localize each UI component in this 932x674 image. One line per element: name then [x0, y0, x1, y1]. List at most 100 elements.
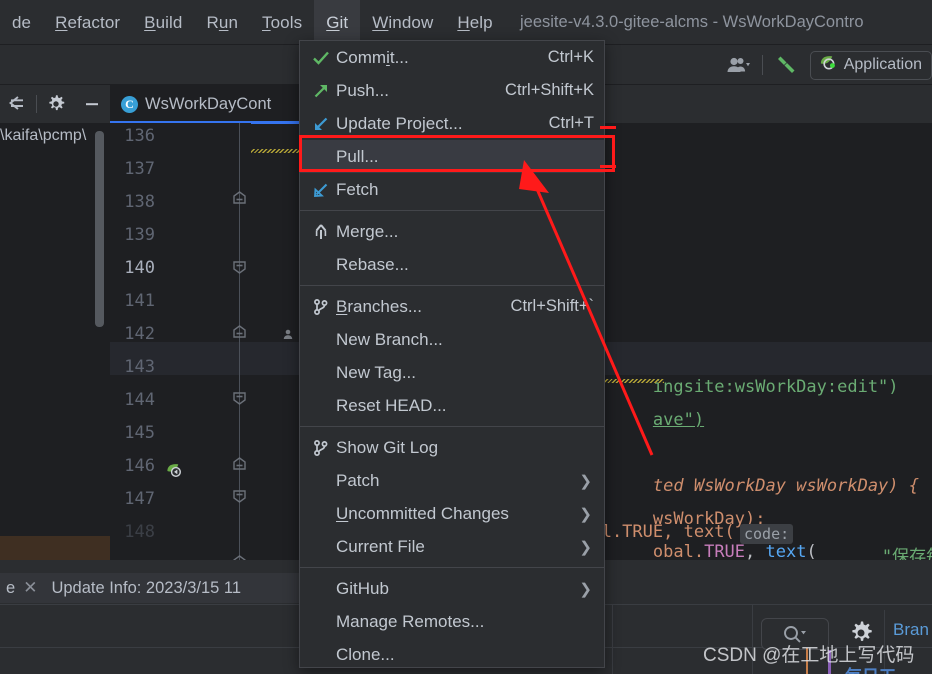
git-menu-item-merge[interactable]: Merge... — [300, 215, 604, 248]
left-tool-window-header — [0, 85, 110, 123]
line-number-137: 137 — [124, 159, 155, 179]
git-menu-item-label: Reset HEAD... — [336, 395, 447, 415]
fold-mark-expand-3[interactable] — [232, 489, 247, 503]
git-menu-item-github[interactable]: GitHub ❯ — [300, 572, 604, 605]
toolbar-right-group: Application — [724, 45, 932, 85]
left-tool-window-body: \kaifa\pcmp\ — [0, 123, 110, 553]
line-number-142: 142 — [124, 324, 155, 344]
git-menu-item-fetch[interactable]: Fetch — [300, 173, 604, 206]
git-menu-item-pull[interactable]: Pull... — [300, 140, 604, 173]
line-number-140: 140 — [124, 258, 155, 278]
git-menu-item-clone[interactable]: Clone... — [300, 638, 604, 671]
chevron-right-icon: ❯ — [579, 580, 592, 598]
git-menu-item-shortcut: Ctrl+Shift+K — [505, 81, 594, 99]
line-number-145: 145 — [124, 423, 155, 443]
git-menu-item-update-project[interactable]: Update Project... Ctrl+T — [300, 107, 604, 140]
update-info-text: Update Info: 2023/3/15 11 — [51, 578, 242, 597]
build-hammer-icon[interactable] — [771, 51, 801, 79]
menu-git[interactable]: Git — [314, 0, 361, 45]
line-number-148: 148 — [124, 522, 155, 542]
fold-mark-expand[interactable] — [232, 260, 247, 274]
git-menu-item-label: Rebase... — [336, 254, 409, 274]
menu-label: Refactor — [55, 12, 121, 32]
menu-run[interactable]: Run — [195, 0, 251, 45]
git-dropdown-menu[interactable]: Commit... Ctrl+K Push... Ctrl+Shift+K Update… — [299, 40, 605, 668]
git-menu-item-label: Merge... — [336, 221, 399, 241]
git-menu-item-manage-remotes[interactable]: Manage Remotes... — [300, 605, 604, 638]
menu-label: Help — [457, 12, 493, 32]
branch-icon — [306, 439, 336, 457]
menu-label: Build — [144, 12, 183, 32]
menu-label: de — [12, 12, 32, 32]
spring-bean-icon[interactable] — [165, 461, 184, 485]
merge-icon — [306, 223, 336, 241]
menu-label: Window — [372, 12, 434, 32]
menu-separator — [300, 426, 604, 427]
git-menu-item-label: Current File — [336, 536, 425, 556]
left-header-divider — [36, 95, 37, 113]
git-menu-item-show-git-log[interactable]: Show Git Log — [300, 431, 604, 464]
menu-label: Run — [206, 12, 239, 32]
editor-tab-label: WsWorkDayCont — [145, 94, 272, 113]
line-number-136: 136 — [124, 126, 155, 146]
git-menu-item-label: Uncommitted Changes — [336, 503, 509, 523]
csdn-watermark-secondary: 每日工 — [845, 662, 896, 674]
update-info-tab[interactable]: e ✕ Update Info: 2023/3/15 11 — [0, 573, 300, 603]
git-menu-item-shortcut: Ctrl+K — [547, 48, 594, 66]
left-panel-scrollbar[interactable] — [95, 131, 104, 327]
git-menu-item-patch[interactable]: Patch ❯ — [300, 464, 604, 497]
minimize-icon[interactable] — [75, 87, 109, 121]
git-menu-item-label: Push... — [336, 80, 389, 100]
fold-mark-collapse[interactable] — [232, 191, 247, 205]
line-number-141: 141 — [124, 291, 155, 311]
collapse-all-icon[interactable] — [0, 87, 34, 121]
git-menu-item-reset-head[interactable]: Reset HEAD... — [300, 389, 604, 422]
close-x-icon[interactable]: ✕ — [23, 578, 37, 598]
git-menu-item-label: Show Git Log — [336, 437, 439, 457]
menu-de[interactable]: de — [0, 0, 43, 45]
branch-icon — [306, 298, 336, 316]
code-line-147-string: "保存每 — [881, 547, 932, 560]
ide-window: de Refactor Build Run Tools Git Window Help jee… — [0, 0, 932, 674]
branch-indicator[interactable]: Bran — [893, 620, 929, 640]
git-menu-item-new-branch[interactable]: New Branch... — [300, 323, 604, 356]
line-number-139: 139 — [124, 225, 155, 245]
line-number-138: 138 — [124, 192, 155, 212]
git-menu-item-shortcut: Ctrl+T — [548, 114, 594, 132]
git-menu-item-uncommitted-changes[interactable]: Uncommitted Changes ❯ — [300, 497, 604, 530]
fold-mark-expand-2[interactable] — [232, 391, 247, 405]
git-menu-item-label: New Branch... — [336, 329, 443, 349]
git-menu-item-label: GitHub — [336, 578, 389, 598]
fold-mark-collapse-2[interactable] — [232, 325, 247, 339]
menu-separator — [300, 210, 604, 211]
run-configuration-selector[interactable]: Application — [809, 50, 932, 80]
git-menu-item-commit[interactable]: Commit... Ctrl+K — [300, 41, 604, 74]
menu-label: Tools — [262, 12, 303, 32]
fold-mark-collapse-3[interactable] — [232, 457, 247, 471]
git-menu-item-label: Manage Remotes... — [336, 611, 485, 631]
menu-window[interactable]: Window — [360, 0, 445, 45]
git-menu-item-branches[interactable]: Branches... Ctrl+Shift+` — [300, 290, 604, 323]
arrow-down-left-icon — [306, 115, 336, 133]
git-menu-item-label: New Tag... — [336, 362, 417, 382]
git-menu-item-current-file[interactable]: Current File ❯ — [300, 530, 604, 563]
menu-refactor[interactable]: Refactor — [43, 0, 132, 45]
git-menu-item-rebase[interactable]: Rebase... — [300, 248, 604, 281]
menu-build[interactable]: Build — [132, 0, 194, 45]
chevron-right-icon: ❯ — [579, 538, 592, 556]
bottom-vertical-divider — [612, 604, 613, 674]
menu-items-container: de Refactor Build Run Tools Git Window Help — [0, 0, 505, 45]
git-menu-item-label: Pull... — [336, 146, 379, 166]
main-menu-bar: de Refactor Build Run Tools Git Window Help jee… — [0, 0, 932, 45]
line-number-144: 144 — [124, 390, 155, 410]
menu-separator — [300, 285, 604, 286]
line-number-143: 143 — [124, 357, 155, 377]
git-menu-item-push[interactable]: Push... Ctrl+Shift+K — [300, 74, 604, 107]
parameter-hint-code: code: — [740, 524, 794, 544]
git-menu-item-label: Patch — [336, 470, 380, 490]
users-icon[interactable] — [724, 51, 754, 79]
menu-help[interactable]: Help — [445, 0, 504, 45]
menu-tools[interactable]: Tools — [250, 0, 314, 45]
git-menu-item-new-tag[interactable]: New Tag... — [300, 356, 604, 389]
gear-icon[interactable] — [39, 87, 73, 121]
